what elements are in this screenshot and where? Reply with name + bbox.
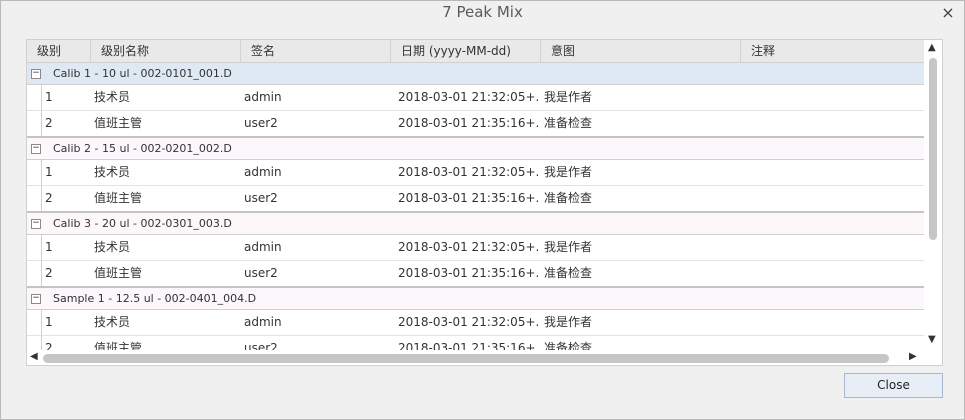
cell-level: 2 bbox=[45, 266, 53, 280]
vertical-scrollbar[interactable]: ▲ ▼ bbox=[925, 40, 942, 350]
cell-date: 2018-03-01 21:35:16+... bbox=[398, 116, 538, 130]
table-row[interactable]: 1 技术员 admin 2018-03-01 21:32:05+... 我是作者 bbox=[27, 310, 924, 336]
group-label: Calib 3 - 20 ul - 002-0301_003.D bbox=[53, 217, 232, 230]
column-header-level-name[interactable]: 级别名称 bbox=[91, 40, 241, 62]
cell-level: 2 bbox=[45, 116, 53, 130]
horizontal-scrollbar[interactable]: ◀ ▶ bbox=[27, 350, 924, 365]
cell-date: 2018-03-01 21:35:16+... bbox=[398, 341, 538, 350]
cell-level-name: 值班主管 bbox=[94, 191, 143, 205]
cell-signature: user2 bbox=[244, 191, 278, 205]
cell-intent: 准备检查 bbox=[544, 116, 593, 130]
cell-level-name: 值班主管 bbox=[94, 116, 143, 130]
column-header-intent[interactable]: 意图 bbox=[541, 40, 741, 62]
grid-rows: − Calib 1 - 10 ul - 002-0101_001.D 1 技术员 adm… bbox=[27, 63, 924, 350]
cell-level: 2 bbox=[45, 191, 53, 205]
group-row[interactable]: − Calib 1 - 10 ul - 002-0101_001.D bbox=[27, 63, 924, 85]
cell-level: 1 bbox=[45, 240, 53, 254]
cell-date: 2018-03-01 21:32:05+... bbox=[398, 90, 538, 104]
row-indent-guide bbox=[41, 85, 42, 110]
table-row[interactable]: 1 技术员 admin 2018-03-01 21:32:05+... 我是作者 bbox=[27, 85, 924, 111]
row-indent-guide bbox=[41, 160, 42, 185]
row-indent-guide bbox=[41, 111, 42, 136]
cell-signature: admin bbox=[244, 90, 282, 104]
scroll-down-icon[interactable]: ▼ bbox=[928, 334, 936, 345]
collapse-toggle-icon[interactable]: − bbox=[31, 294, 41, 304]
cell-intent: 准备检查 bbox=[544, 341, 593, 350]
window-title: 7 Peak Mix bbox=[442, 3, 523, 21]
cell-intent: 我是作者 bbox=[544, 240, 593, 254]
cell-date: 2018-03-01 21:32:05+... bbox=[398, 240, 538, 254]
scroll-up-icon[interactable]: ▲ bbox=[928, 42, 936, 53]
cell-level-name: 值班主管 bbox=[94, 266, 143, 280]
group-row[interactable]: − Sample 1 - 12.5 ul - 002-0401_004.D bbox=[27, 288, 924, 310]
collapse-toggle-icon[interactable]: − bbox=[31, 69, 41, 79]
dialog-window: 7 Peak Mix × 级别 级别名称 签名 日期 (yyyy-MM-dd) … bbox=[0, 0, 965, 420]
cell-date: 2018-03-01 21:35:16+... bbox=[398, 191, 538, 205]
group-label: Sample 1 - 12.5 ul - 002-0401_004.D bbox=[53, 292, 257, 305]
cell-date: 2018-03-01 21:32:05+... bbox=[398, 315, 538, 329]
cell-level: 1 bbox=[45, 165, 53, 179]
cell-intent: 准备检查 bbox=[544, 266, 593, 280]
title-bar: 7 Peak Mix × bbox=[1, 1, 964, 25]
cell-signature: admin bbox=[244, 165, 282, 179]
table-row[interactable]: 2 值班主管 user2 2018-03-01 21:35:16+... 准备检查 bbox=[27, 261, 924, 288]
cell-level-name: 技术员 bbox=[94, 240, 131, 254]
row-indent-guide bbox=[41, 186, 42, 211]
group-row[interactable]: − Calib 3 - 20 ul - 002-0301_003.D bbox=[27, 213, 924, 235]
cell-level-name: 值班主管 bbox=[94, 341, 143, 350]
grid-header: 级别 级别名称 签名 日期 (yyyy-MM-dd) 意图 注释 bbox=[27, 40, 924, 63]
cell-intent: 我是作者 bbox=[544, 165, 593, 179]
signature-grid: 级别 级别名称 签名 日期 (yyyy-MM-dd) 意图 注释 − Calib … bbox=[26, 39, 943, 366]
scroll-right-icon[interactable]: ▶ bbox=[909, 351, 917, 362]
row-indent-guide bbox=[41, 235, 42, 260]
cell-intent: 准备检查 bbox=[544, 191, 593, 205]
table-row[interactable]: 2 值班主管 user2 2018-03-01 21:35:16+... 准备检查 bbox=[27, 111, 924, 138]
group-row[interactable]: − Calib 2 - 15 ul - 002-0201_002.D bbox=[27, 138, 924, 160]
cell-level-name: 技术员 bbox=[94, 315, 131, 329]
column-header-date[interactable]: 日期 (yyyy-MM-dd) bbox=[391, 40, 541, 62]
vertical-scroll-thumb[interactable] bbox=[929, 58, 937, 240]
column-header-note[interactable]: 注释 bbox=[741, 40, 924, 62]
close-button[interactable]: Close bbox=[844, 373, 943, 398]
cell-level: 1 bbox=[45, 315, 53, 329]
cell-intent: 我是作者 bbox=[544, 90, 593, 104]
table-row[interactable]: 2 值班主管 user2 2018-03-01 21:35:16+... 准备检查 bbox=[27, 186, 924, 213]
collapse-toggle-icon[interactable]: − bbox=[31, 144, 41, 154]
cell-level: 1 bbox=[45, 90, 53, 104]
cell-level-name: 技术员 bbox=[94, 165, 131, 179]
group-label: Calib 2 - 15 ul - 002-0201_002.D bbox=[53, 142, 232, 155]
row-indent-guide bbox=[41, 261, 42, 286]
cell-signature: admin bbox=[244, 315, 282, 329]
scroll-left-icon[interactable]: ◀ bbox=[30, 351, 38, 362]
group-label: Calib 1 - 10 ul - 002-0101_001.D bbox=[53, 67, 232, 80]
row-indent-guide bbox=[41, 336, 42, 350]
row-indent-guide bbox=[41, 310, 42, 335]
cell-signature: user2 bbox=[244, 266, 278, 280]
scroll-corner bbox=[925, 350, 942, 365]
collapse-toggle-icon[interactable]: − bbox=[31, 219, 41, 229]
cell-date: 2018-03-01 21:35:16+... bbox=[398, 266, 538, 280]
table-row[interactable]: 1 技术员 admin 2018-03-01 21:32:05+... 我是作者 bbox=[27, 235, 924, 261]
table-row[interactable]: 1 技术员 admin 2018-03-01 21:32:05+... 我是作者 bbox=[27, 160, 924, 186]
table-row[interactable]: 2 值班主管 user2 2018-03-01 21:35:16+... 准备检查 bbox=[27, 336, 924, 350]
column-header-level[interactable]: 级别 bbox=[27, 40, 91, 62]
cell-intent: 我是作者 bbox=[544, 315, 593, 329]
cell-signature: user2 bbox=[244, 116, 278, 130]
cell-level: 2 bbox=[45, 341, 53, 350]
column-header-signature[interactable]: 签名 bbox=[241, 40, 391, 62]
cell-level-name: 技术员 bbox=[94, 90, 131, 104]
horizontal-scroll-thumb[interactable] bbox=[43, 354, 889, 363]
close-icon[interactable]: × bbox=[940, 5, 956, 21]
cell-date: 2018-03-01 21:32:05+... bbox=[398, 165, 538, 179]
cell-signature: user2 bbox=[244, 341, 278, 350]
cell-signature: admin bbox=[244, 240, 282, 254]
